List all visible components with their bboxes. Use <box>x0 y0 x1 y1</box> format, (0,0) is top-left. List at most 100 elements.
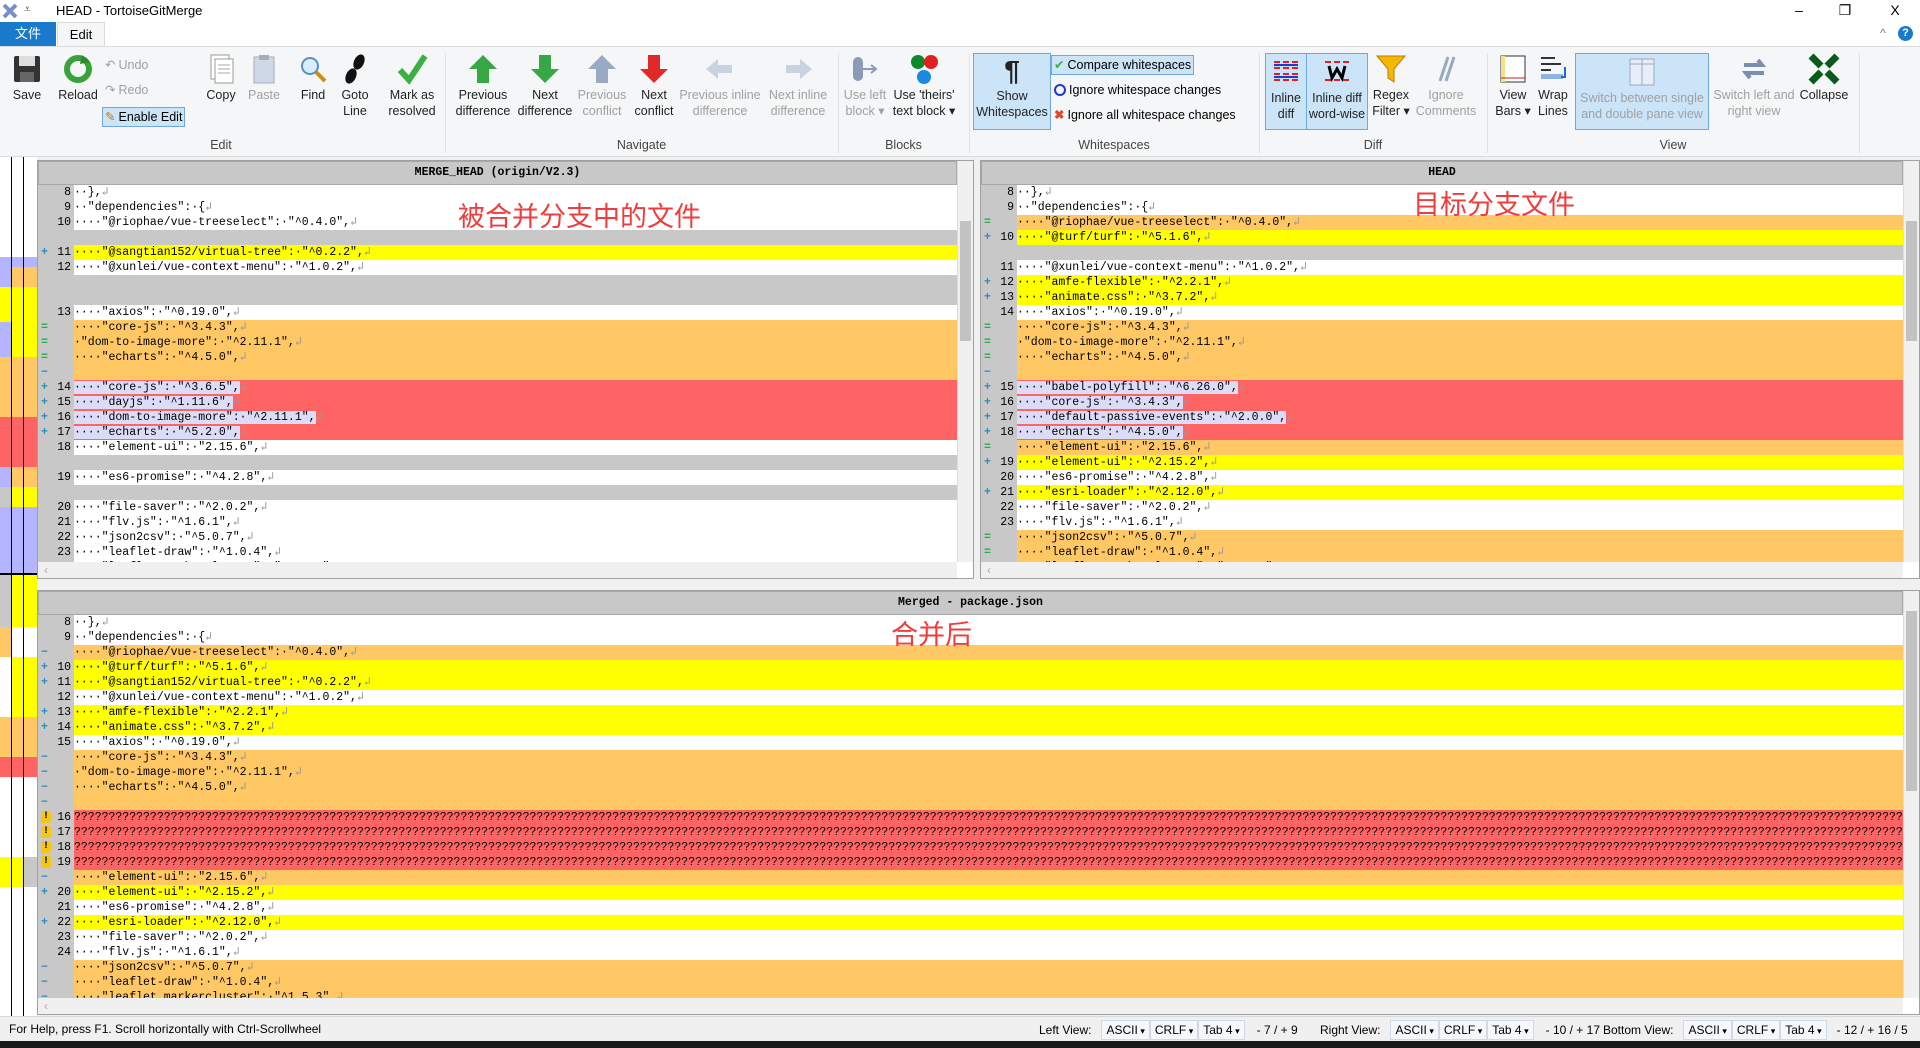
code-line[interactable] <box>38 485 957 500</box>
restore-button[interactable]: ❐ <box>1822 0 1868 22</box>
eol-select[interactable]: CRLF <box>1149 1019 1199 1040</box>
scroll-thumb[interactable] <box>1906 221 1917 341</box>
code-line[interactable]: 12 ····"@xunlei/vue-context-menu":·"^1.0.… <box>38 690 1903 705</box>
compare-whitespaces-option[interactable]: ✔ Compare whitespaces <box>1051 55 1195 75</box>
tab-edit[interactable]: Edit <box>57 22 105 47</box>
code-line[interactable]: 19 + ····"element-ui":·"^2.15.2",↲ <box>981 455 1903 470</box>
ignore-comments-button[interactable]: Ignore Comments <box>1415 51 1477 133</box>
encoding-select[interactable]: ASCII <box>1683 1019 1732 1040</box>
code-line[interactable]: 14 + ····"core-js":·"^3.6.5",↲ <box>38 380 957 395</box>
code-line[interactable]: 20 ····"file-saver":·"^2.0.2",↲ <box>38 500 957 515</box>
left-horizontal-scrollbar[interactable]: ‹ <box>38 562 957 578</box>
code-line[interactable]: 11 + ····"@sangtian152/virtual-tree":·"^0.… <box>38 245 957 260</box>
save-button[interactable]: Save <box>6 51 48 133</box>
quick-access-dropdown-icon[interactable]: ⩡ <box>24 2 31 17</box>
mark-resolved-button[interactable]: Mark as resolved <box>384 51 440 133</box>
undo-button[interactable]: ↶ Undo <box>103 55 150 75</box>
code-line[interactable]: 16 + ····"dom-to-image-more":·"^2.11.1",↲ <box>38 410 957 425</box>
code-line[interactable]: = ····"echarts":·"^4.5.0",↲ <box>981 350 1903 365</box>
collapse-button[interactable]: Collapse <box>1798 51 1850 133</box>
next-conflict-button[interactable]: Next conflict <box>630 51 678 133</box>
code-line[interactable] <box>38 275 957 290</box>
code-line[interactable]: = ····"element-ui":·"2.15.6",↲ <box>981 440 1903 455</box>
copy-button[interactable]: Copy <box>202 51 240 133</box>
code-line[interactable] <box>981 245 1903 260</box>
eol-select[interactable]: CRLF <box>1438 1019 1488 1040</box>
code-line[interactable]: 11 ····"@xunlei/vue-context-menu":·"^1.0.… <box>981 260 1903 275</box>
code-line[interactable]: = ····"core-js":·"^3.4.3",↲ <box>38 320 957 335</box>
code-line[interactable]: = ····"json2csv":·"^5.0.7",↲ <box>981 530 1903 545</box>
code-line[interactable]: 18!?????????????????????????????????????… <box>38 840 1903 855</box>
code-line[interactable]: − ····"leaflet.markercluster":·"^1.5.3",↲ <box>38 990 1903 998</box>
code-line[interactable]: 14 ····"axios":·"^0.19.0",↲ <box>981 305 1903 320</box>
ignore-all-whitespace-option[interactable]: ✖ Ignore all whitespace changes <box>1052 105 1238 125</box>
close-button[interactable]: X <box>1872 0 1918 22</box>
code-line[interactable]: = ·"dom-to-image-more":·"^2.11.1",↲ <box>38 335 957 350</box>
previous-conflict-button[interactable]: Previous conflict <box>576 51 628 133</box>
next-difference-button[interactable]: Next difference <box>514 51 576 133</box>
code-line[interactable]: 11 + ····"@sangtian152/virtual-tree":·"^0.… <box>38 675 1903 690</box>
code-line[interactable]: 22 ····"file-saver":·"^2.0.2",↲ <box>981 500 1903 515</box>
code-line[interactable]: − <box>38 365 957 380</box>
right-pane-lines[interactable]: 8 ··},↲ 9 ··"dependencies":·{↲ = ····"@riopha… <box>981 185 1903 562</box>
next-inline-difference-button[interactable]: Next inline difference <box>762 51 834 133</box>
right-horizontal-scrollbar[interactable]: ‹ <box>981 562 1903 578</box>
redo-button[interactable]: ↷ Redo <box>103 80 150 100</box>
left-vertical-scrollbar[interactable] <box>957 161 973 562</box>
code-line[interactable]: 22 + ····"esri-loader":·"^2.12.0",↲ <box>38 915 1903 930</box>
code-line[interactable]: 18 + ····"echarts":·"^4.5.0",↲ <box>981 425 1903 440</box>
code-line[interactable]: 21 + ····"esri-loader":·"^2.12.0",↲ <box>981 485 1903 500</box>
code-line[interactable]: 20 + ····"element-ui":·"^2.15.2",↲ <box>38 885 1903 900</box>
encoding-select[interactable]: ASCII <box>1101 1019 1150 1040</box>
use-theirs-block-button[interactable]: Use 'theirs' text block ▾ <box>890 51 958 133</box>
bottom-vertical-scrollbar[interactable] <box>1903 591 1919 998</box>
paste-button[interactable]: Paste <box>244 51 284 133</box>
code-line[interactable]: − ····"core-js":·"^3.4.3",↲ <box>38 750 1903 765</box>
code-line[interactable]: 23 ····"flv.js":·"^1.6.1",↲ <box>981 515 1903 530</box>
code-line[interactable]: − <box>981 365 1903 380</box>
code-line[interactable]: 24 ····"flv.js":·"^1.6.1",↲ <box>38 945 1903 960</box>
code-line[interactable]: 19!?????????????????????????????????????… <box>38 855 1903 870</box>
code-line[interactable]: = ····"echarts":·"^4.5.0",↲ <box>38 350 957 365</box>
previous-difference-button[interactable]: Previous difference <box>452 51 514 133</box>
code-line[interactable]: 15 + ····"dayjs":·"^1.11.6",↲ <box>38 395 957 410</box>
code-line[interactable]: − ····"leaflet-draw":·"^1.0.4",↲ <box>38 975 1903 990</box>
code-line[interactable]: 19 ····"es6-promise":·"^4.2.8",↲ <box>38 470 957 485</box>
tab-file[interactable]: 文件 <box>0 22 56 46</box>
code-line[interactable]: 17 + ····"echarts":·"^5.2.0",↲ <box>38 425 957 440</box>
code-line[interactable]: 15 ····"axios":·"^0.19.0",↲ <box>38 735 1903 750</box>
code-line[interactable]: − ····"json2csv":·"^5.0.7",↲ <box>38 960 1903 975</box>
tab-size-select[interactable]: Tab 4 <box>1780 1019 1827 1040</box>
code-line[interactable]: 16!?????????????????????????????????????… <box>38 810 1903 825</box>
encoding-select[interactable]: ASCII <box>1390 1019 1439 1040</box>
code-line[interactable]: 17!?????????????????????????????????????… <box>38 825 1903 840</box>
tab-size-select[interactable]: Tab 4 <box>1198 1019 1245 1040</box>
code-line[interactable] <box>38 455 957 470</box>
minimize-button[interactable]: – <box>1776 0 1822 22</box>
switch-pane-view-button[interactable]: Switch between single and double pane vie… <box>1575 53 1709 130</box>
code-line[interactable]: − ····"element-ui":·"2.15.6",↲ <box>38 870 1903 885</box>
bottom-horizontal-scrollbar[interactable]: ‹ <box>38 998 1903 1014</box>
left-pane-lines[interactable]: 8 ··},↲ 9 ··"dependencies":·{↲ 10 ····"@rioph… <box>38 185 957 562</box>
collapse-ribbon-icon[interactable]: ^ <box>1880 26 1886 40</box>
code-line[interactable]: 20 ····"es6-promise":·"^4.2.8",↲ <box>981 470 1903 485</box>
code-line[interactable]: 21 ····"es6-promise":·"^4.2.8",↲ <box>38 900 1903 915</box>
goto-line-button[interactable]: Goto Line <box>336 51 374 133</box>
code-line[interactable] <box>38 290 957 305</box>
scroll-thumb[interactable] <box>1906 611 1917 791</box>
location-bar[interactable] <box>0 157 37 1016</box>
code-line[interactable]: 12 ····"@xunlei/vue-context-menu":·"^1.0.… <box>38 260 957 275</box>
view-bars-button[interactable]: View Bars ▾ <box>1494 51 1532 133</box>
right-vertical-scrollbar[interactable] <box>1903 161 1919 562</box>
help-icon[interactable]: ? <box>1898 26 1913 41</box>
code-line[interactable]: 17 + ····"default-passive-events":·"^2.0.0… <box>981 410 1903 425</box>
reload-button[interactable]: Reload <box>55 51 101 133</box>
code-line[interactable]: 13 ····"axios":·"^0.19.0",↲ <box>38 305 957 320</box>
scroll-thumb[interactable] <box>960 221 971 341</box>
find-button[interactable]: Find <box>296 51 330 133</box>
code-line[interactable]: 13 + ····"amfe-flexible":·"^2.2.1",↲ <box>38 705 1903 720</box>
code-line[interactable]: 10 + ····"@turf/turf":·"^5.1.6",↲ <box>38 660 1903 675</box>
code-line[interactable]: 14 + ····"animate.css":·"^3.7.2",↲ <box>38 720 1903 735</box>
code-line[interactable]: 16 + ····"core-js":·"^3.4.3",↲ <box>981 395 1903 410</box>
code-line[interactable]: 21 ····"flv.js":·"^1.6.1",↲ <box>38 515 957 530</box>
